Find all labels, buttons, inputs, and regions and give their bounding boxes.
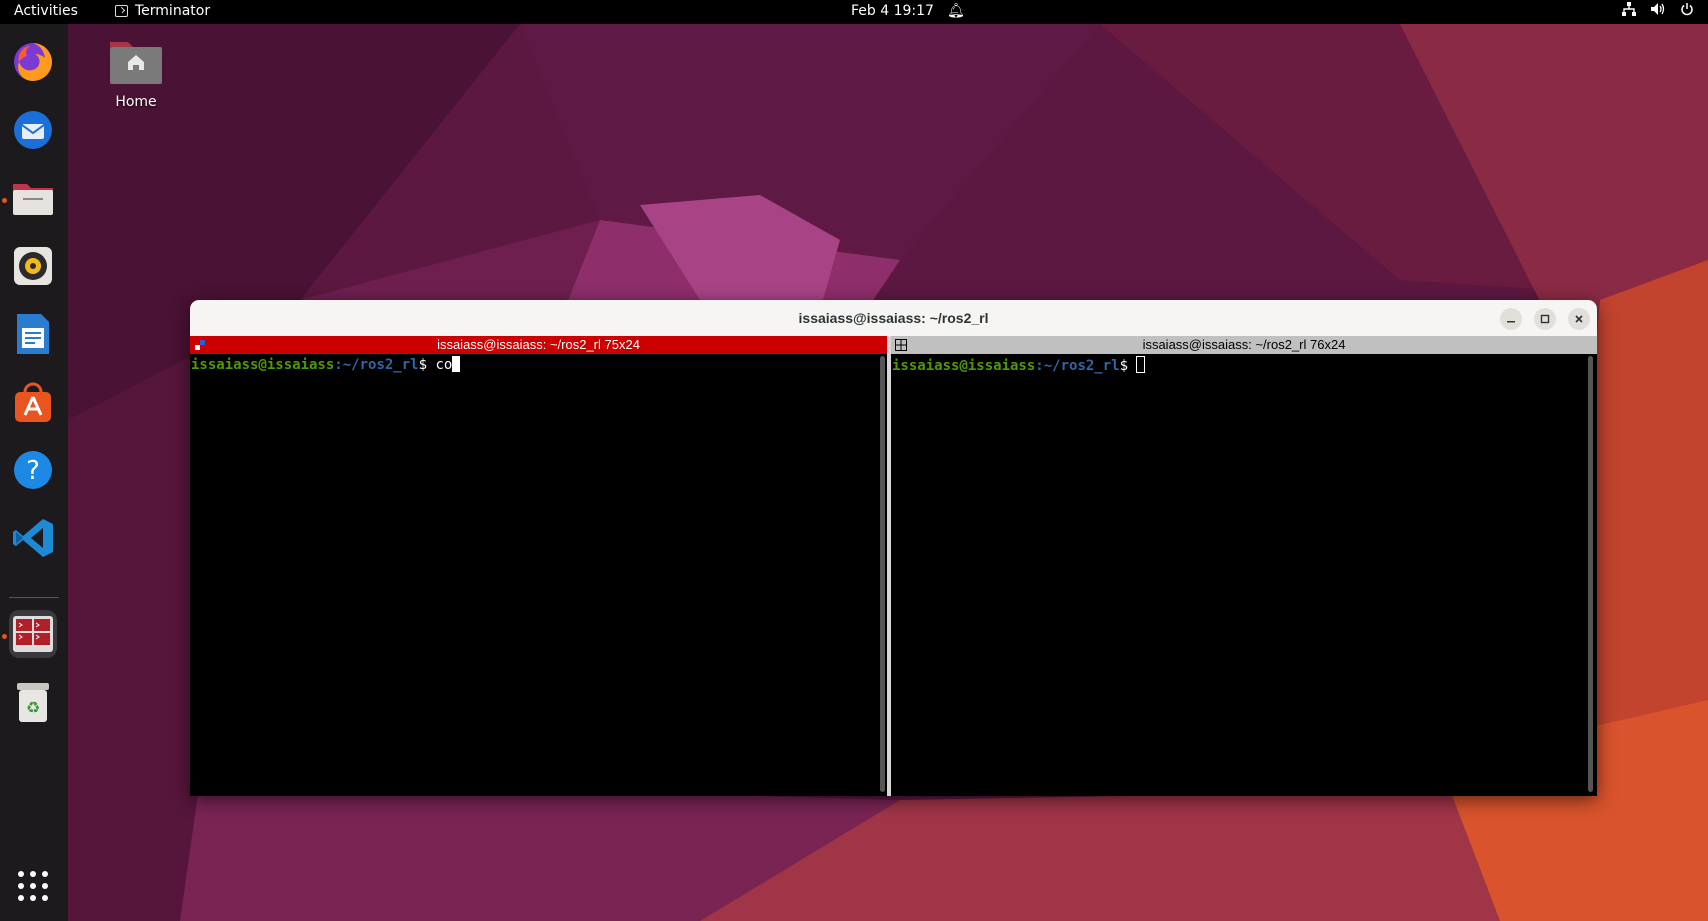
prompt-user: issaiass@issaiass xyxy=(191,357,335,373)
title-bar[interactable]: issaiass@issaiass: ~/ros2_rl xyxy=(190,300,1597,337)
power-icon xyxy=(1681,3,1693,16)
svg-text:?: ? xyxy=(26,456,40,486)
prompt-path: :~/ros2_rl xyxy=(334,357,419,373)
home-folder-icon xyxy=(108,36,164,86)
terminator-icon[interactable] xyxy=(9,610,57,658)
system-tray[interactable] xyxy=(1622,2,1694,16)
terminal-pane-right[interactable]: issaiass@issaiass: ~/ros2_rl 76x24 issai… xyxy=(891,336,1597,796)
scrollbar-right[interactable] xyxy=(1588,356,1593,792)
terminator-window: issaiass@issaiass: ~/ros2_rl issaiass@is… xyxy=(190,300,1597,796)
prompt-symbol: $ xyxy=(1119,358,1137,374)
libreoffice-writer-icon[interactable] xyxy=(9,310,57,358)
pane-group-icon[interactable] xyxy=(895,339,907,351)
dock: ? ♻ xyxy=(0,24,68,921)
network-icon xyxy=(1622,2,1636,16)
terminal-line: issaiass@issaiass:~/ros2_rl$ co xyxy=(191,356,461,374)
top-bar: Activities Terminator Feb 4 19:17 🔔︎ xyxy=(0,0,1708,24)
show-apps-icon[interactable] xyxy=(9,862,57,910)
window-title: issaiass@issaiass: ~/ros2_rl xyxy=(798,310,989,326)
pane-header-left[interactable]: issaiass@issaiass: ~/ros2_rl 75x24 xyxy=(190,336,887,354)
prompt-path: :~/ros2_rl xyxy=(1035,358,1120,374)
prompt-user: issaiass@issaiass xyxy=(892,358,1036,374)
help-icon[interactable]: ? xyxy=(9,446,57,494)
close-icon xyxy=(1575,315,1583,323)
files-icon[interactable] xyxy=(9,174,57,222)
terminal-pane-left[interactable]: issaiass@issaiass: ~/ros2_rl 75x24 issai… xyxy=(190,336,887,796)
prompt-symbol: $ xyxy=(418,357,436,373)
volume-icon xyxy=(1651,3,1665,15)
pane-header-right[interactable]: issaiass@issaiass: ~/ros2_rl 76x24 xyxy=(891,336,1597,354)
pane-title-left: issaiass@issaiass: ~/ros2_rl 75x24 xyxy=(437,337,640,352)
notification-bell-icon[interactable]: 🔔︎ xyxy=(947,3,965,19)
app-center-icon[interactable] xyxy=(9,378,57,426)
close-button[interactable] xyxy=(1568,308,1590,330)
trash-icon[interactable]: ♻ xyxy=(9,678,57,726)
rhythmbox-icon[interactable] xyxy=(9,242,57,290)
terminal-icon xyxy=(115,5,128,17)
command-input[interactable]: co xyxy=(435,357,452,373)
maximize-button[interactable] xyxy=(1534,308,1556,330)
pane-title-right: issaiass@issaiass: ~/ros2_rl 76x24 xyxy=(1142,337,1346,352)
minimize-icon xyxy=(1507,321,1515,323)
thunderbird-icon[interactable] xyxy=(9,106,57,154)
app-menu-label: Terminator xyxy=(135,3,211,19)
text-cursor xyxy=(1136,356,1146,373)
vscode-icon[interactable] xyxy=(9,514,57,562)
app-menu[interactable]: Terminator xyxy=(115,3,210,19)
pane-group-icon[interactable] xyxy=(194,339,206,351)
firefox-icon[interactable] xyxy=(9,38,57,86)
text-cursor xyxy=(452,356,461,372)
clock[interactable]: Feb 4 19:17 xyxy=(851,3,934,19)
scrollbar-left[interactable] xyxy=(880,356,885,792)
svg-text:♻: ♻ xyxy=(26,698,40,717)
desktop-home-folder[interactable]: Home xyxy=(100,36,172,110)
terminal-line: issaiass@issaiass:~/ros2_rl$ xyxy=(892,356,1146,375)
home-label: Home xyxy=(115,94,157,110)
activities-button[interactable]: Activities xyxy=(14,3,78,19)
maximize-icon xyxy=(1540,314,1550,324)
minimize-button[interactable] xyxy=(1500,308,1522,330)
